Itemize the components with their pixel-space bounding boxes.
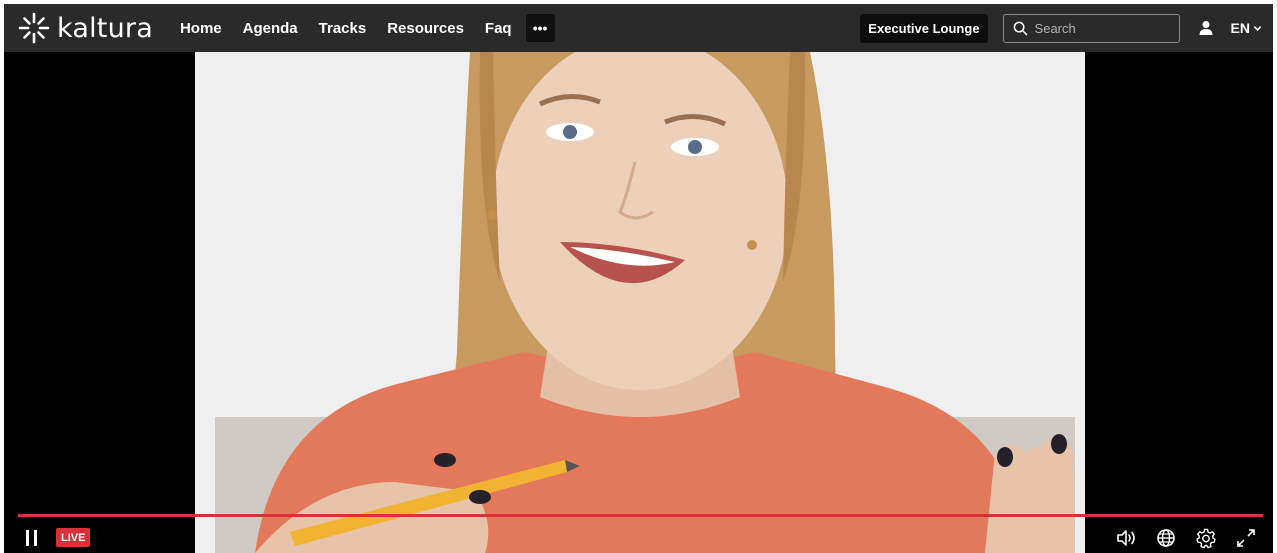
volume-icon[interactable] xyxy=(1115,527,1137,549)
search-input[interactable] xyxy=(1034,20,1165,36)
live-video-stream[interactable] xyxy=(195,52,1085,553)
nav-item-agenda[interactable]: Agenda xyxy=(243,20,298,37)
nav-item-faq[interactable]: Faq xyxy=(485,20,512,37)
live-badge[interactable]: LIVE xyxy=(56,528,91,547)
logo-text: kaltura xyxy=(57,12,153,44)
language-selector[interactable]: EN xyxy=(1231,20,1262,36)
presenter-video-frame xyxy=(195,52,1085,553)
search-box[interactable] xyxy=(1002,13,1180,43)
pause-icon[interactable] xyxy=(26,529,40,546)
chevron-down-icon xyxy=(1253,25,1262,31)
header-right: Executive Lounge EN xyxy=(860,13,1273,43)
search-icon xyxy=(1013,21,1027,35)
nav-item-resources[interactable]: Resources xyxy=(387,20,464,37)
user-icon[interactable] xyxy=(1198,20,1214,36)
live-progress-bar[interactable] xyxy=(18,514,1263,517)
fullscreen-icon[interactable] xyxy=(1235,527,1257,549)
player-controls: LIVE xyxy=(4,522,1273,553)
gear-icon[interactable] xyxy=(1195,527,1217,549)
top-navigation-bar: kaltura Home Agenda Tracks Resources Faq… xyxy=(4,4,1273,52)
language-label: EN xyxy=(1230,20,1250,36)
executive-lounge-button[interactable]: Executive Lounge xyxy=(860,13,988,43)
globe-icon[interactable] xyxy=(1155,527,1177,549)
event-page: kaltura Home Agenda Tracks Resources Faq… xyxy=(4,4,1273,553)
kaltura-logo[interactable]: kaltura xyxy=(17,4,153,52)
nav-item-home[interactable]: Home xyxy=(180,20,222,37)
nav-item-tracks[interactable]: Tracks xyxy=(319,20,367,37)
more-menu-button[interactable]: ••• xyxy=(525,14,555,42)
player-controls-right xyxy=(1097,527,1257,549)
kaltura-asterisk-icon xyxy=(18,12,50,44)
main-nav: Home Agenda Tracks Resources Faq ••• xyxy=(180,14,555,42)
